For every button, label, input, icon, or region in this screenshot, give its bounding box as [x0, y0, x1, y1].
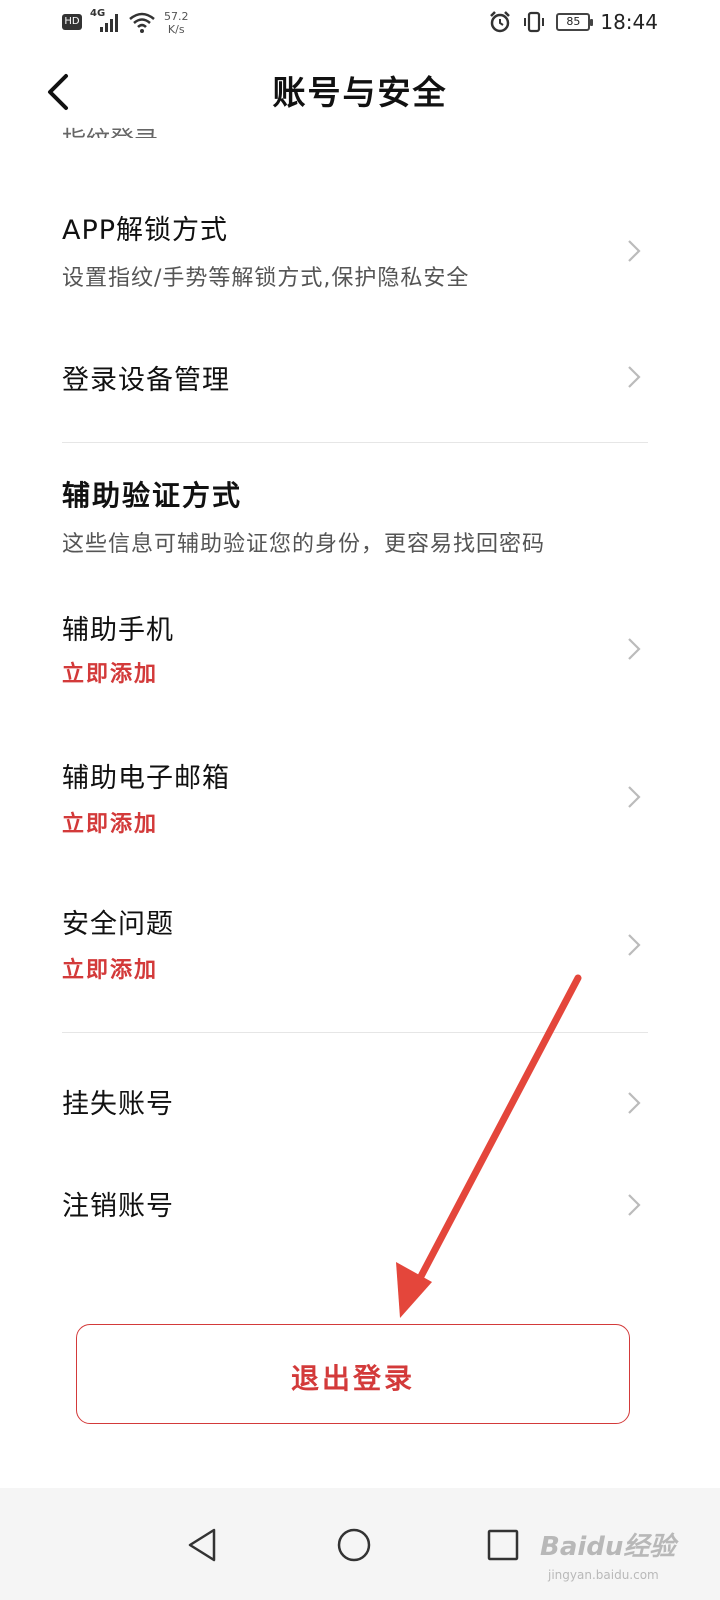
- aux-section-description: 这些信息可辅助验证您的身份，更容易找回密码: [62, 532, 546, 557]
- battery-icon: 85: [556, 13, 594, 31]
- row-title: 挂失账号: [62, 1089, 174, 1120]
- device-management-row[interactable]: 登录设备管理: [0, 344, 720, 414]
- chevron-right-icon: [628, 638, 641, 660]
- net-speed: 57.2 K/s: [164, 10, 189, 36]
- alarm-icon: [490, 11, 511, 33]
- aux-email-row[interactable]: 辅助电子邮箱 立即添加: [0, 744, 720, 854]
- chevron-right-icon: [628, 934, 641, 956]
- status-left: HD 4G 57.2 K/s: [62, 8, 189, 36]
- add-now-link: 立即添加: [62, 662, 159, 687]
- aux-phone-row[interactable]: 辅助手机 立即添加: [0, 596, 720, 706]
- nav-back-button[interactable]: [180, 1522, 226, 1568]
- app-unlock-row[interactable]: APP解锁方式 设置指纹/手势等解锁方式,保护隐私安全: [0, 200, 720, 312]
- report-lost-account-row[interactable]: 挂失账号: [0, 1068, 720, 1138]
- chevron-right-icon: [628, 366, 641, 388]
- aux-section-title: 辅助验证方式: [62, 479, 243, 512]
- chevron-right-icon: [628, 1194, 641, 1216]
- net-speed-value: 57.2: [164, 10, 189, 23]
- row-title: APP解锁方式: [62, 215, 229, 246]
- hd-icon: HD: [62, 14, 82, 30]
- fingerprint-login-item-partial[interactable]: 指纹登录: [62, 112, 158, 138]
- add-now-link: 立即添加: [62, 958, 159, 983]
- logout-button[interactable]: 退出登录: [76, 1324, 630, 1424]
- row-title: 登录设备管理: [62, 365, 230, 396]
- logout-label: 退出登录: [290, 1362, 415, 1395]
- security-question-row[interactable]: 安全问题 立即添加: [0, 892, 720, 1002]
- square-recent-icon: [487, 1529, 519, 1561]
- signal-group: 4G: [90, 8, 120, 34]
- row-title: 安全问题: [62, 909, 174, 940]
- vibrate-icon: [524, 11, 545, 33]
- row-title: 辅助电子邮箱: [62, 763, 230, 794]
- triangle-back-icon: [188, 1528, 216, 1562]
- status-right: 85 18:44: [488, 10, 658, 34]
- baidu-jingyan-watermark: Baidu经验 jingyan.baidu.com: [540, 1508, 720, 1600]
- divider: [62, 1032, 648, 1033]
- wifi-icon: [129, 12, 155, 33]
- add-now-link: 立即添加: [62, 812, 159, 837]
- divider: [62, 442, 648, 443]
- cancel-account-row[interactable]: 注销账号: [0, 1170, 720, 1240]
- net-speed-unit: K/s: [167, 23, 185, 36]
- row-subtitle: 设置指纹/手势等解锁方式,保护隐私安全: [62, 266, 470, 291]
- nav-home-button[interactable]: [331, 1522, 377, 1568]
- signal-icon: [100, 14, 118, 32]
- chevron-right-icon: [628, 240, 641, 262]
- nav-recent-button[interactable]: [480, 1522, 526, 1568]
- row-title: 注销账号: [62, 1191, 174, 1222]
- chevron-right-icon: [628, 786, 641, 808]
- circle-home-icon: [337, 1528, 371, 1562]
- status-bar: HD 4G 57.2 K/s 85 18:44: [0, 0, 720, 48]
- row-title: 辅助手机: [62, 615, 174, 646]
- status-time: 18:44: [600, 10, 658, 34]
- watermark-brand: Baidu经验: [540, 1532, 676, 1562]
- watermark-url: jingyan.baidu.com: [548, 1568, 659, 1582]
- chevron-right-icon: [628, 1092, 641, 1114]
- page-title: 账号与安全: [272, 73, 448, 112]
